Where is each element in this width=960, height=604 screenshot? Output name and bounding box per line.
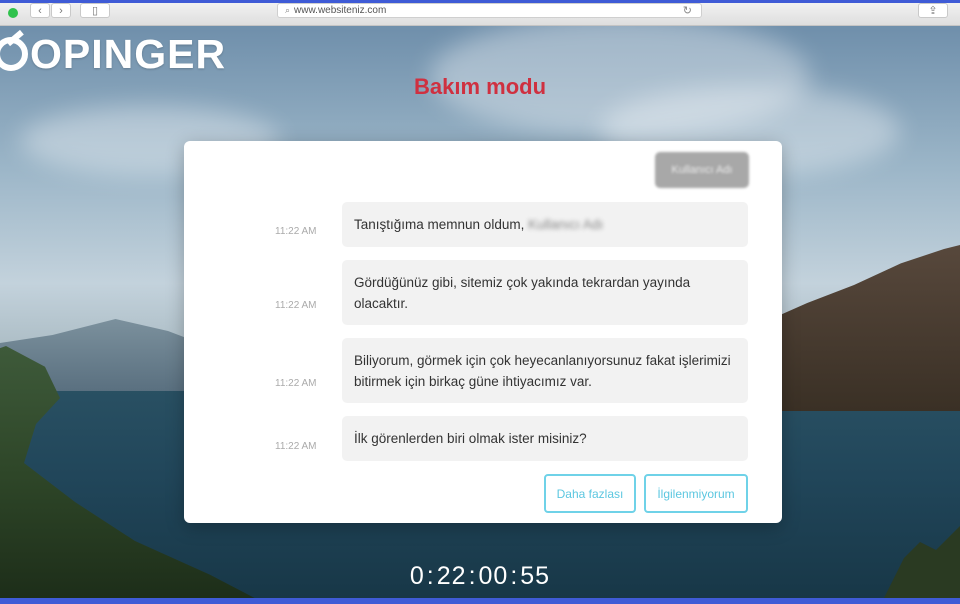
blurred-name: Kullanıcı Adı — [528, 217, 604, 232]
back-button[interactable]: ‹ — [30, 3, 50, 18]
message-bubble: Gördüğünüz gibi, sitemiz çok yakında tek… — [342, 260, 748, 325]
countdown-days: 0 — [409, 562, 425, 590]
brand-logo[interactable]: OPINGER — [0, 30, 226, 78]
chevron-right-icon: › — [59, 4, 63, 17]
window-frame-bottom — [0, 598, 960, 604]
countdown-hours: 22 — [436, 562, 467, 590]
countdown-timer: 0:22:00:55 — [0, 562, 960, 591]
search-icon: ⌕ — [285, 5, 291, 15]
countdown-separator: : — [468, 562, 477, 590]
sidebar-icon: ▯ — [91, 5, 99, 17]
forward-button[interactable]: › — [51, 3, 71, 18]
chat-card: Kullanıcı Adı 11:22 AM Tanıştığıma memnu… — [184, 141, 782, 523]
reload-icon[interactable]: ↻ — [683, 4, 692, 17]
browser-toolbar: ‹ › ▯ ⌕ www.websiteniz.com ↻ ⇪ — [0, 3, 960, 26]
message-timestamp: 11:22 AM — [275, 226, 317, 237]
more-button[interactable]: Daha fazlası — [544, 474, 636, 513]
address-bar[interactable]: ⌕ www.websiteniz.com ↻ — [277, 3, 702, 18]
brand-name: OPINGER — [30, 30, 227, 77]
sidebar-toggle-button[interactable]: ▯ — [80, 3, 110, 18]
share-icon: ⇪ — [928, 5, 938, 17]
window-zoom-button[interactable] — [8, 8, 18, 18]
page-title: Bakım modu — [413, 74, 547, 99]
share-button[interactable]: ⇪ — [918, 3, 948, 18]
message-timestamp: 11:22 AM — [275, 300, 317, 311]
logo-icon — [0, 37, 28, 71]
countdown-minutes: 00 — [478, 562, 509, 590]
not-interested-button[interactable]: İlgilenmiyorum — [644, 474, 748, 513]
message-text: İlk görenlerden biri olmak ister misiniz… — [354, 431, 587, 446]
countdown-separator: : — [426, 562, 435, 590]
message-bubble: Tanıştığıma memnun oldum, Kullanıcı Adı — [342, 202, 748, 247]
countdown-separator: : — [510, 562, 519, 590]
message-text: Tanıştığıma memnun oldum, — [354, 217, 529, 232]
message-timestamp: 11:22 AM — [275, 441, 317, 452]
message-text: Gördüğünüz gibi, sitemiz çok yakında tek… — [354, 275, 691, 311]
message-bubble: İlk görenlerden biri olmak ister misiniz… — [342, 416, 748, 461]
message-bubble: Biliyorum, görmek için çok heyecanlanıyo… — [342, 338, 748, 403]
countdown-seconds: 55 — [520, 562, 551, 590]
user-message-bubble: Kullanıcı Adı — [655, 152, 749, 188]
url-text: www.websiteniz.com — [294, 5, 387, 16]
message-text: Biliyorum, görmek için çok heyecanlanıyo… — [354, 353, 731, 389]
chevron-left-icon: ‹ — [38, 4, 42, 17]
message-timestamp: 11:22 AM — [275, 378, 317, 389]
